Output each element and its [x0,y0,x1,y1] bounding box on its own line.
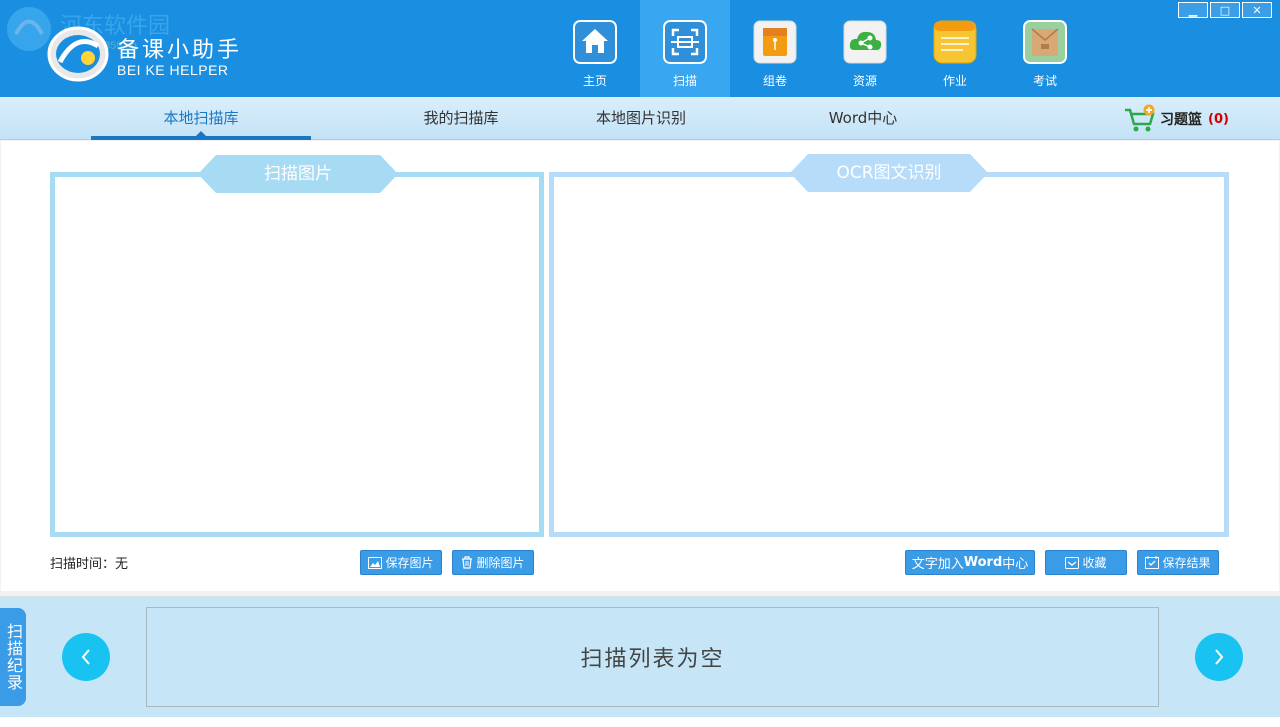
exercise-basket[interactable]: 习题篮 (0) [1124,102,1229,136]
nav-label-compose: 组卷 [762,74,787,88]
app-name-en: BEI KE HELPER [117,62,229,78]
add-to-word-bold: Word [963,555,1003,570]
footer [0,717,1280,727]
maximize-icon: □ [1219,3,1231,17]
favorite-button[interactable]: 收藏 [1045,550,1127,575]
minimize-icon: ▁ [1188,3,1198,17]
scan-image-panel [50,172,544,537]
tab-my-scan-library[interactable]: 我的扫描库 [351,97,571,140]
basket-count: (0) [1208,111,1229,127]
favorite-label: 收藏 [1082,556,1107,570]
nav-label-scan: 扫描 [672,74,697,88]
folder-icon [753,20,797,64]
ocr-result-panel[interactable] [549,172,1229,537]
save-image-label: 保存图片 [385,556,434,570]
app-window: 河东软件园 www.pc0359.cn 备课小助手 BEI KE HELPER … [0,0,1280,727]
nav-label-home: 主页 [582,74,607,88]
exam-envelope-icon [1023,20,1067,64]
tab-local-scan-library[interactable]: 本地扫描库 [91,97,311,140]
nav-item-exam[interactable]: 考试 [1000,0,1090,97]
nav-item-compose[interactable]: 组卷 [730,0,820,97]
scan-icon [663,20,707,64]
save-image-button[interactable]: 保存图片 [360,550,442,575]
notepad-icon [933,20,977,64]
nav-label-exam: 考试 [1032,74,1057,88]
tab-active-caret [195,131,207,137]
tab-local-image-recognition[interactable]: 本地图片识别 [561,97,721,140]
close-button[interactable]: ✕ [1242,2,1272,18]
app-name-cn: 备课小助手 [117,38,243,63]
save-result-button[interactable]: 保存结果 [1137,550,1219,575]
sub-nav: 本地扫描库 我的扫描库 本地图片识别 Word中心 [0,97,1280,140]
add-to-word-prefix: 文字加入 [911,557,964,572]
scan-image-title: 扫描图片 [198,155,398,193]
nav-item-resources[interactable]: 资源 [820,0,910,97]
scan-time-label: 扫描时间：无 [50,557,129,572]
cart-icon [1125,104,1155,132]
previous-button[interactable] [62,633,110,681]
tab-label: 本地扫描库 [163,109,239,127]
add-to-word-suffix: 中心 [1002,557,1029,572]
chevron-right-icon [1215,649,1224,665]
save-result-label: 保存结果 [1162,556,1211,570]
favorite-icon [1065,556,1080,569]
nav-item-home[interactable]: 主页 [550,0,640,97]
main-nav: 主页 扫描 组卷 资源 作业 考试 [550,0,1090,97]
tab-label: 本地图片识别 [595,109,686,127]
next-button[interactable] [1195,633,1243,681]
ocr-title: OCR图文识别 [790,154,988,192]
tab-word-center[interactable]: Word中心 [793,97,933,140]
scan-records-tab[interactable]: 扫描纪录 [0,608,26,706]
empty-list-message: 扫描列表为空 [580,647,725,672]
nav-label-homework: 作业 [942,74,967,88]
close-icon: ✕ [1252,3,1262,17]
image-icon [368,556,383,569]
tab-label: 我的扫描库 [423,109,499,127]
basket-label: 习题篮 [1160,112,1202,128]
delete-image-label: 删除图片 [476,556,525,570]
tab-label: Word中心 [828,109,898,127]
window-controls: ▁ □ ✕ [1176,2,1272,18]
scan-records-list: 扫描列表为空 [146,607,1159,707]
share-cloud-icon [843,20,887,64]
delete-image-button[interactable]: 删除图片 [452,550,534,575]
app-logo-icon [47,26,109,82]
minimize-button[interactable]: ▁ [1178,2,1208,18]
save-result-icon [1145,556,1160,569]
chevron-left-icon [81,649,90,665]
add-to-word-center-button[interactable]: 文字加入 Word 中心 [905,550,1035,575]
maximize-button[interactable]: □ [1210,2,1240,18]
nav-item-scan[interactable]: 扫描 [640,0,730,97]
nav-label-resources: 资源 [852,74,877,88]
trash-icon [462,556,473,569]
nav-item-homework[interactable]: 作业 [910,0,1000,97]
header-bar: 河东软件园 www.pc0359.cn 备课小助手 BEI KE HELPER … [0,0,1280,97]
home-icon [573,20,617,64]
